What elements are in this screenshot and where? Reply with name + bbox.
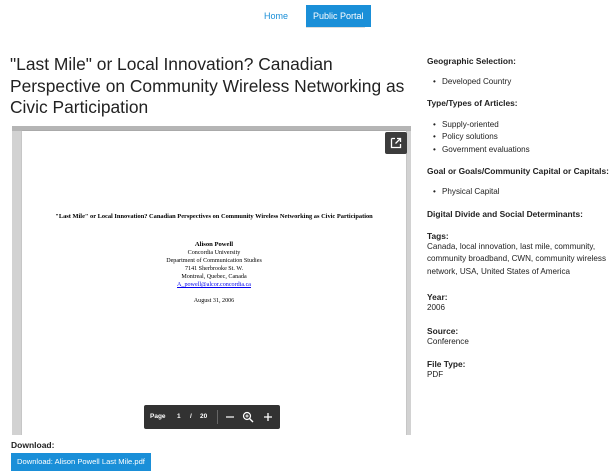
download-button[interactable]: Download: Alison Powell Last Mile.pdf <box>11 453 151 471</box>
open-external-icon <box>390 137 402 149</box>
pdf-email-line: A_powell@alcor.concordia.ca <box>22 282 406 288</box>
nav-public-portal-link[interactable]: Public Portal <box>306 5 371 27</box>
page-number-input[interactable]: 1 <box>177 405 181 429</box>
fit-page-button[interactable] <box>240 405 256 429</box>
zoom-out-button[interactable] <box>223 405 237 429</box>
source-value: Conference <box>427 337 469 346</box>
nav-home-link[interactable]: Home <box>258 5 294 27</box>
tags-value: Canada, local innovation, last mile, com… <box>427 242 607 276</box>
plus-icon <box>264 413 272 421</box>
zoom-fit-icon <box>242 411 254 423</box>
page-total: 20 <box>200 413 208 420</box>
types-item: Government evaluations <box>433 145 530 154</box>
download-label: Download: <box>11 440 55 450</box>
pdf-city: Montreal, Quebec, Canada <box>181 274 247 280</box>
pdf-page-toolbar: Page 1 / 20 <box>144 405 280 429</box>
year-value: 2006 <box>427 303 446 312</box>
source-heading: Source: <box>427 326 459 336</box>
page-label: Page <box>150 413 166 420</box>
minus-icon <box>226 416 234 418</box>
zoom-in-button[interactable] <box>261 405 275 429</box>
pdf-viewer[interactable]: "Last Mile" or Local Innovation? Canadia… <box>12 126 411 435</box>
pdf-author: Alison Powell <box>194 241 234 248</box>
page-separator: / <box>190 413 192 420</box>
year-heading: Year: <box>427 292 448 302</box>
popout-button[interactable] <box>385 132 407 154</box>
types-item: Policy solutions <box>433 132 498 141</box>
filetype-heading: File Type: <box>427 359 466 369</box>
tags-heading: Tags: <box>427 231 449 241</box>
pdf-page: "Last Mile" or Local Innovation? Canadia… <box>22 131 406 435</box>
page-title: "Last Mile" or Local Innovation? Canadia… <box>10 54 405 117</box>
divide-heading: Digital Divide and Social Determinants: <box>427 209 583 219</box>
filetype-value: PDF <box>427 370 444 379</box>
pdf-title: "Last Mile" or Local Innovation? Canadia… <box>55 213 373 220</box>
pdf-street: 7141 Sherbrooke St. W. <box>184 266 244 272</box>
pdf-department: Department of Communication Studies <box>166 258 262 264</box>
geo-heading: Geographic Selection: <box>427 56 516 66</box>
types-heading: Type/Types of Articles: <box>427 98 518 108</box>
pdf-date: August 31, 2006 <box>193 298 235 304</box>
goals-item: Physical Capital <box>433 187 500 196</box>
pdf-email-link[interactable]: A_powell@alcor.concordia.ca <box>177 282 251 288</box>
types-item: Supply-oriented <box>433 120 499 129</box>
top-nav: Home Public Portal <box>0 5 612 27</box>
toolbar-divider <box>217 410 218 424</box>
geo-item: Developed Country <box>433 77 511 86</box>
pdf-affiliation: Concordia University <box>187 250 241 256</box>
nav-divider <box>306 27 365 28</box>
goals-heading: Goal or Goals/Community Capital or Capit… <box>427 166 609 176</box>
